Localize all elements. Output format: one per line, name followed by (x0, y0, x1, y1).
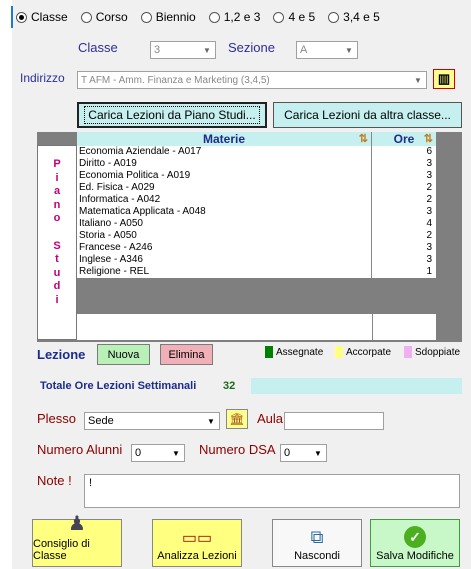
plesso-building-button[interactable]: 🏛 (226, 409, 248, 429)
column-header-materie[interactable]: Materie ⇅ (77, 132, 372, 146)
table-row[interactable]: Matematica Applicata - A048 3 (77, 206, 436, 218)
indirizzo-select[interactable]: T AFM - Amm. Finanza e Marketing (3,4,5)… (77, 71, 427, 89)
note-label: Note ! (37, 473, 72, 488)
nascondi-button[interactable]: ⧉ Nascondi (272, 519, 362, 567)
indirizzo-label: Indirizzo (20, 71, 65, 85)
table-row[interactable]: Italiano - A050 4 (77, 218, 436, 230)
piano-studi-side-label: P i a n o S t u d i (37, 145, 77, 340)
plesso-label: Plesso (37, 411, 77, 426)
radio-classe[interactable]: Classe (16, 10, 68, 24)
subjects-table-header: Materie ⇅ Ore ⇅ (77, 132, 436, 146)
plesso-select[interactable]: Sede ▼ (84, 412, 220, 430)
aula-label: Aula (257, 411, 284, 426)
classe-label: Classe (78, 40, 118, 55)
chevron-down-icon: ▼ (314, 448, 322, 458)
classe-select[interactable]: 3 ▼ (150, 41, 216, 59)
table-row[interactable]: Inglese - A346 3 (77, 254, 436, 266)
left-strip (0, 0, 12, 569)
legend-assegnate: Assegnate (265, 346, 323, 358)
consiglio-di-classe-button[interactable]: ♟ Consiglio di Classe (32, 513, 122, 567)
glasses-icon: ▭▭ (181, 530, 213, 547)
sort-icon: ⇅ (358, 133, 368, 145)
totale-value: 32 (223, 380, 236, 392)
focus-indicator (11, 6, 13, 28)
swatch-green (265, 346, 273, 358)
table-row[interactable]: Religione - REL 1 (77, 266, 436, 278)
swatch-pink (404, 346, 412, 358)
sezione-label: Sezione (228, 40, 275, 55)
totale-progress-bar (251, 378, 462, 394)
new-lesson-button[interactable]: Nuova (97, 344, 150, 365)
radio-dot (208, 11, 220, 23)
radio-biennio[interactable]: Biennio (140, 10, 196, 24)
analizza-lezioni-button[interactable]: ▭▭ Analizza Lezioni (152, 519, 242, 567)
table-row[interactable]: Economia Politica - A019 3 (77, 170, 436, 182)
building-icon: 🏛 (229, 412, 245, 426)
table-row[interactable]: Economia Aziendale - A017 6 (77, 146, 436, 158)
sort-icon: ⇅ (423, 133, 433, 145)
radio-3-4-5[interactable]: 3,4 e 5 (328, 10, 380, 24)
swatch-yellow (335, 346, 343, 358)
chevron-down-icon: ▼ (207, 416, 215, 426)
delete-lesson-button[interactable]: Elimina (160, 344, 213, 365)
radio-dot (16, 11, 27, 23)
grouping-radio-group: Classe Corso Biennio 1,2 e 3 4 e 5 3,4 e… (16, 10, 380, 24)
legend-accorpate: Accorpate (335, 346, 391, 358)
load-from-other-class-button[interactable]: Carica Lezioni da altra classe... (273, 102, 462, 128)
subjects-table-body: Economia Aziendale - A017 6 Diritto - A01… (77, 146, 436, 278)
aula-input[interactable] (284, 412, 384, 430)
table-row[interactable]: Diritto - A019 3 (77, 158, 436, 170)
column-header-ore[interactable]: Ore ⇅ (372, 132, 436, 146)
chevron-down-icon: ▼ (203, 45, 211, 55)
radio-4-5[interactable]: 4 e 5 (273, 10, 315, 24)
load-from-piano-studi-button[interactable]: Carica Lezioni da Piano Studi... (77, 102, 267, 128)
table-row[interactable]: Ed. Fisica - A029 2 (77, 182, 436, 194)
table-empty-area (77, 314, 436, 340)
book-icon: ▥ (437, 71, 451, 86)
group-icon: ♟ (68, 513, 86, 535)
table-row[interactable]: Informatica - A042 2 (77, 194, 436, 206)
numero-alunni-label: Numero Alunni (37, 442, 123, 457)
chevron-down-icon: ▼ (345, 45, 353, 55)
sezione-select[interactable]: A ▼ (296, 41, 358, 59)
chevron-down-icon: ▼ (414, 75, 422, 85)
numero-dsa-label: Numero DSA (199, 442, 276, 457)
numero-dsa-select[interactable]: 0 ▼ (280, 444, 327, 462)
radio-dot (80, 11, 92, 23)
lezione-label: Lezione (37, 347, 86, 362)
checkmark-icon: ✓ (404, 526, 426, 548)
table-row[interactable]: Francese - A246 3 (77, 242, 436, 254)
legend-sdoppiate: Sdoppiate (404, 346, 460, 358)
chevron-down-icon: ▼ (172, 448, 180, 458)
radio-corso[interactable]: Corso (80, 10, 128, 24)
open-book-button[interactable]: ▥ (433, 69, 455, 89)
note-textarea[interactable]: ! (84, 474, 460, 508)
radio-1-2-3[interactable]: 1,2 e 3 (208, 10, 260, 24)
table-row[interactable]: Storia - A050 2 (77, 230, 436, 242)
hide-panel-icon: ⧉ (310, 527, 324, 547)
radio-dot (273, 11, 285, 23)
radio-dot (140, 11, 152, 23)
salva-modifiche-button[interactable]: ✓ Salva Modifiche (370, 519, 460, 567)
numero-alunni-select[interactable]: 0 ▼ (131, 444, 185, 462)
totale-label: Totale Ore Lezioni Settimanali (40, 380, 197, 392)
radio-dot (328, 11, 340, 23)
